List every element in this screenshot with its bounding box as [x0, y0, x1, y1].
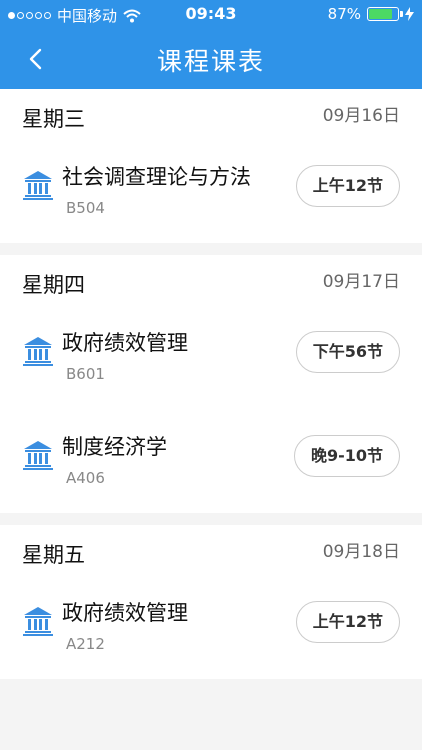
course-time-badge[interactable]: 上午12节	[295, 165, 400, 207]
course-room: B601	[66, 365, 105, 383]
status-bar: 中国移动 09:43 87%	[0, 0, 422, 28]
schedule-list: 星期三 09月16日 社会调查理论与方法 B504 上午12节 星期四 09月1…	[0, 89, 422, 750]
course-time-badge[interactable]: 晚9-10节	[293, 435, 400, 477]
day-header: 星期三 09月16日	[0, 89, 422, 139]
course-room: A406	[66, 469, 105, 487]
page-title: 课程课表	[156, 47, 265, 76]
day-name: 星期四	[22, 273, 85, 297]
nav-bar: 课程课表	[0, 28, 422, 89]
course-room: B504	[66, 199, 105, 217]
building-icon	[23, 441, 53, 470]
day-section: 星期四 09月17日 政府绩效管理 B601 下午56节 制度经济学 A406 …	[0, 255, 422, 513]
battery-percent: 87%	[327, 5, 361, 23]
day-section: 星期三 09月16日 社会调查理论与方法 B504 上午12节	[0, 89, 422, 243]
day-name: 星期五	[22, 543, 85, 567]
building-icon	[23, 171, 53, 200]
building-icon	[23, 607, 53, 636]
day-header: 星期四 09月17日	[0, 255, 422, 305]
top-bar: 中国移动 09:43 87% 课程课表	[0, 0, 422, 89]
course-item[interactable]: 制度经济学 A406 晚9-10节	[0, 409, 422, 513]
charging-icon	[405, 7, 414, 21]
day-name: 星期三	[22, 107, 85, 131]
battery-icon	[367, 7, 403, 21]
course-time-badge[interactable]: 上午12节	[295, 601, 400, 643]
course-item[interactable]: 政府绩效管理 A212 上午12节	[0, 575, 422, 679]
status-right: 87%	[328, 5, 414, 23]
course-item[interactable]: 政府绩效管理 B601 下午56节	[0, 305, 422, 409]
day-header: 星期五 09月18日	[0, 525, 422, 575]
course-time-badge[interactable]: 下午56节	[295, 331, 400, 373]
course-name: 社会调查理论与方法	[62, 165, 251, 189]
day-section: 星期五 09月18日 政府绩效管理 A212 上午12节	[0, 525, 422, 679]
course-item[interactable]: 社会调查理论与方法 B504 上午12节	[0, 139, 422, 243]
day-date: 09月17日	[322, 272, 400, 292]
course-name: 政府绩效管理	[62, 601, 188, 625]
day-date: 09月16日	[322, 106, 400, 126]
day-date: 09月18日	[322, 542, 400, 562]
course-name: 制度经济学	[62, 435, 167, 459]
building-icon	[23, 337, 53, 366]
course-room: A212	[66, 635, 105, 653]
course-name: 政府绩效管理	[62, 331, 188, 355]
